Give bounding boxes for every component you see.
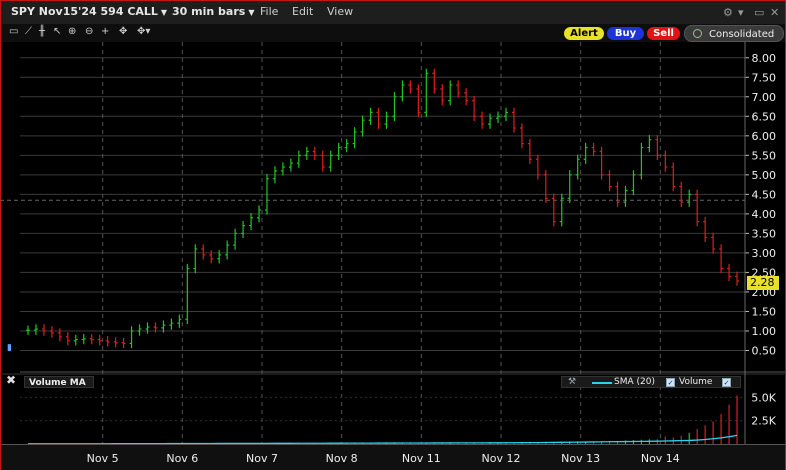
volume-panel-title: Volume MA: [24, 376, 94, 388]
menu-file[interactable]: File: [260, 5, 278, 18]
refresh-icon: [693, 29, 702, 38]
y-tick-label: 0.50: [752, 344, 777, 357]
last-price-label: 2.28: [747, 276, 779, 290]
chevron-down-icon: ▼: [160, 8, 168, 17]
y-tick-label: 1.50: [752, 305, 777, 318]
contract-selector[interactable]: SPY Nov15'24 594 CALL ▼: [11, 5, 167, 18]
x-tick-label: Nov 12: [482, 452, 521, 465]
x-tick-label: Nov 8: [326, 452, 358, 465]
y-tick-label: 1.00: [752, 325, 777, 338]
x-tick-label: Nov 13: [561, 452, 600, 465]
bar-marker-icon[interactable]: ▮: [7, 343, 12, 353]
sma-checkbox[interactable]: ✓: [666, 378, 675, 387]
timeframe-label: 30 min bars: [172, 5, 246, 18]
pointer-icon[interactable]: ↖: [53, 26, 61, 37]
gear-icon[interactable]: ⚙: [723, 6, 733, 19]
contract-name: SPY Nov15'24 594 CALL: [11, 5, 158, 18]
menu-edit[interactable]: Edit: [292, 5, 313, 18]
volume-legend: ⚒ SMA (20) ✓ Volume ✓: [561, 376, 741, 388]
close-icon[interactable]: ✕: [770, 6, 779, 19]
y-tick-label: 5.50: [752, 149, 777, 162]
y-tick-label: 4.50: [752, 188, 777, 201]
title-bar: SPY Nov15'24 594 CALL ▼ 30 min bars ▼ File…: [1, 1, 785, 25]
y-tick-label: 7.50: [752, 71, 777, 84]
alert-button[interactable]: Alert: [564, 27, 604, 40]
maximize-icon[interactable]: ▭: [754, 6, 764, 19]
timeframe-selector[interactable]: 30 min bars ▼: [172, 5, 254, 18]
x-tick-label: Nov 11: [402, 452, 441, 465]
consolidated-feed-button[interactable]: Consolidated: [684, 25, 784, 42]
feed-label: Consolidated: [709, 29, 775, 40]
move-icon[interactable]: ✥: [119, 26, 127, 37]
sma-label: SMA (20): [614, 377, 655, 387]
y-tick-label: 4.00: [752, 208, 777, 221]
x-tick-label: Nov 5: [87, 452, 119, 465]
y-tick-label: 3.50: [752, 227, 777, 240]
volume-label: Volume: [679, 377, 713, 387]
settings-icon[interactable]: ⚒: [568, 377, 576, 388]
dropdown-icon[interactable]: ▾: [738, 6, 744, 19]
x-tick-label: Nov 6: [166, 452, 198, 465]
x-tick-label: Nov 14: [641, 452, 680, 465]
y-tick-label: 6.50: [752, 110, 777, 123]
line-icon[interactable]: ⟋: [25, 26, 32, 37]
chevron-down-icon: ▼: [248, 8, 255, 17]
buy-button[interactable]: Buy: [607, 27, 644, 40]
volume-checkbox[interactable]: ✓: [722, 378, 731, 387]
sell-button[interactable]: Sell: [647, 27, 680, 40]
x-axis: Nov 5 Nov 6 Nov 7 Nov 8 Nov 11 Nov 12 Nov 13 No…: [87, 452, 680, 465]
zoom-in-icon[interactable]: ⊕: [68, 26, 76, 37]
close-icon[interactable]: ✖: [6, 373, 16, 387]
y-tick-label: 6.00: [752, 130, 777, 143]
zoom-out-icon[interactable]: ⊖: [85, 26, 93, 37]
y-tick-label: 5.00: [752, 169, 777, 182]
cursor-icon[interactable]: ▭: [9, 26, 18, 37]
x-tick-label: Nov 7: [246, 452, 278, 465]
sma-line-swatch: [592, 382, 612, 384]
volume-tick-label: 2.5K: [751, 415, 776, 428]
y-tick-label: 7.00: [752, 91, 777, 104]
menu-view[interactable]: View: [327, 5, 353, 18]
y-tick-label: 8.00: [752, 52, 777, 65]
crosshair-icon[interactable]: +: [101, 26, 109, 37]
bars-icon[interactable]: ╫: [39, 26, 45, 37]
volume-sma-line: [27, 434, 738, 444]
move-menu-icon[interactable]: ✥▾: [137, 26, 150, 37]
volume-tick-label: 5.0K: [751, 391, 776, 404]
y-tick-label: 3.00: [752, 247, 777, 260]
